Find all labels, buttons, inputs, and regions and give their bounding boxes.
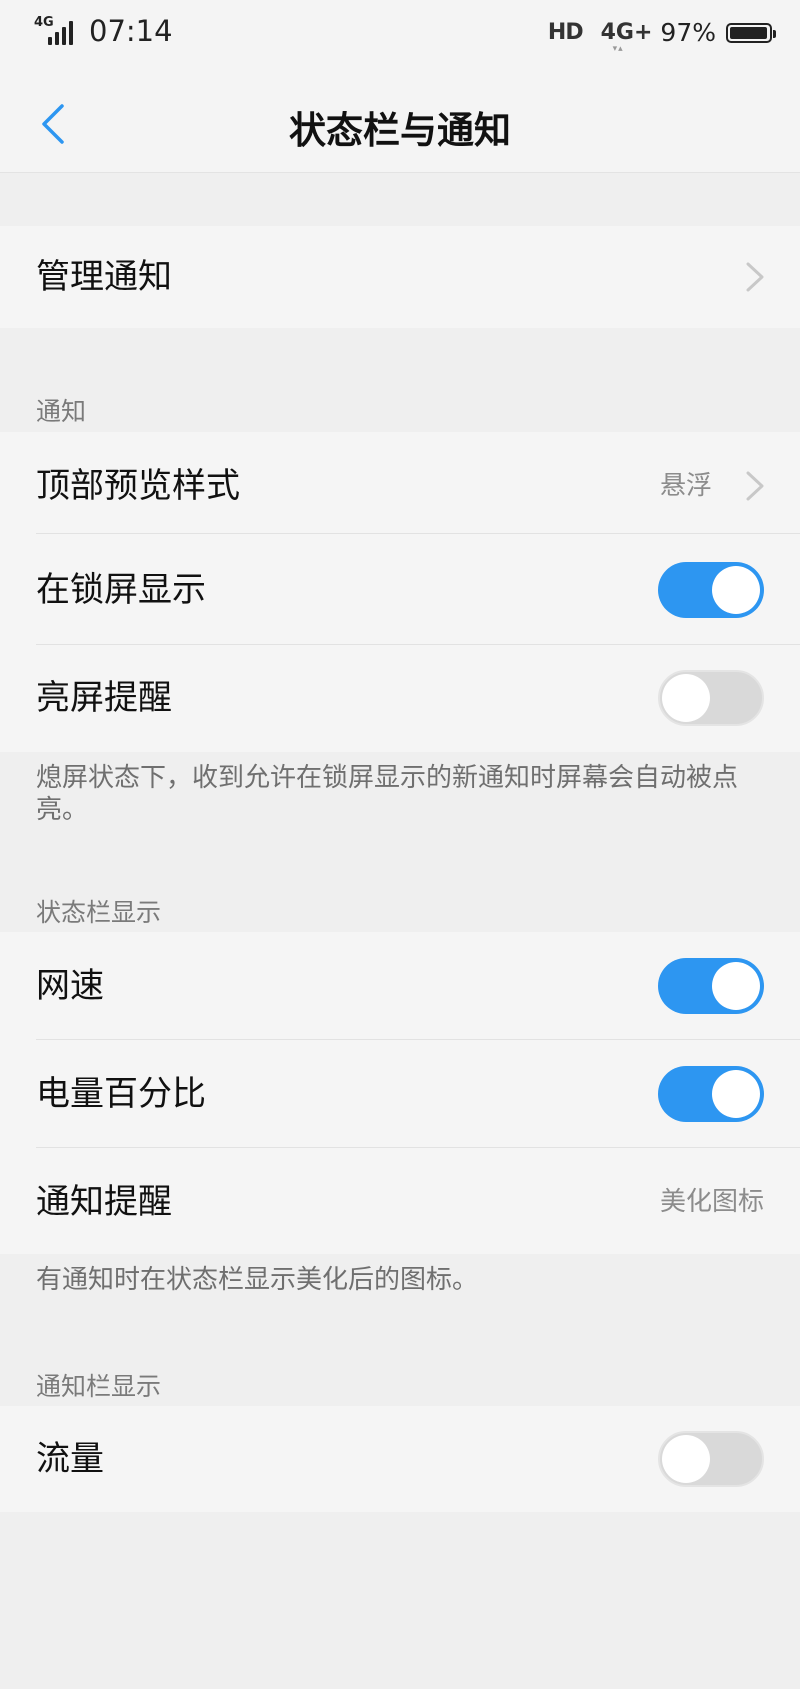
- manage-notifications-row[interactable]: 管理通知: [0, 226, 800, 328]
- network-type-left: 4G: [34, 15, 54, 30]
- page-title: 状态栏与通知: [289, 109, 511, 152]
- manage-notifications-label: 管理通知: [36, 257, 172, 297]
- battery-icon: [726, 22, 776, 43]
- divider: [36, 533, 800, 534]
- traffic-label: 流量: [36, 1439, 104, 1479]
- data-activity-icon: ▾▴: [612, 44, 624, 54]
- notification-reminder-label: 通知提醒: [36, 1182, 172, 1222]
- toggle-knob: [712, 962, 760, 1010]
- battery-fill: [730, 26, 767, 39]
- top-preview-style-value: 悬浮: [659, 471, 712, 501]
- toggle-knob: [712, 566, 760, 614]
- clock: 07:14: [89, 14, 173, 48]
- battery-percent-row: 电量百分比: [0, 1040, 800, 1148]
- notifications-group: 顶部预览样式 悬浮 在锁屏显示 亮屏提醒: [0, 432, 800, 752]
- lockscreen-display-row: 在锁屏显示: [0, 536, 800, 644]
- status-bar: 4G 07:14 HD 4G+ ▾▴ 97%: [0, 0, 800, 72]
- top-preview-style-label: 顶部预览样式: [36, 466, 240, 506]
- battery-percent-label: 电量百分比: [36, 1074, 206, 1114]
- wake-screen-row: 亮屏提醒: [0, 644, 800, 752]
- wake-screen-toggle[interactable]: [658, 670, 764, 726]
- status-bar-display-group: 网速 电量百分比 通知提醒 美化图标: [0, 932, 800, 1254]
- notification-reminder-value: 美化图标: [659, 1187, 764, 1217]
- top-preview-style-row[interactable]: 顶部预览样式 悬浮: [0, 432, 800, 540]
- section-title-status-bar-display: 状态栏显示: [36, 898, 162, 927]
- manage-group: 管理通知: [0, 226, 800, 328]
- hd-icon: HD: [547, 20, 584, 45]
- net-speed-label: 网速: [36, 966, 104, 1006]
- section-title-notification-bar-display: 通知栏显示: [36, 1372, 162, 1401]
- chevron-right-icon: [746, 262, 764, 292]
- toggle-knob: [662, 1435, 710, 1483]
- status-right: HD 4G+ ▾▴ 97%: [547, 18, 776, 54]
- status-bar-display-footnote: 有通知时在状态栏显示美化后的图标。: [36, 1265, 479, 1295]
- status-left: 4G 07:14: [34, 14, 173, 48]
- signal-icon: 4G: [34, 15, 73, 45]
- network-type-right: 4G+ ▾▴: [600, 20, 653, 54]
- notifications-footnote: 熄屏状态下，收到允许在锁屏显示的新通知时屏幕会自动被点亮。: [36, 763, 739, 825]
- notification-bar-display-group: 流量: [0, 1406, 800, 1512]
- battery-percent-toggle[interactable]: [658, 1066, 764, 1122]
- net-speed-row: 网速: [0, 932, 800, 1040]
- toggle-knob: [712, 1070, 760, 1118]
- notification-reminder-row[interactable]: 通知提醒 美化图标: [0, 1148, 800, 1256]
- wake-screen-label: 亮屏提醒: [36, 678, 172, 718]
- app-header: 状态栏与通知: [0, 72, 800, 173]
- section-title-notifications: 通知: [36, 397, 87, 426]
- toggle-knob: [662, 674, 710, 722]
- battery-percent: 97%: [660, 18, 716, 47]
- net-speed-toggle[interactable]: [658, 958, 764, 1014]
- lockscreen-display-label: 在锁屏显示: [36, 570, 206, 610]
- lockscreen-display-toggle[interactable]: [658, 562, 764, 618]
- traffic-row: 流量: [0, 1406, 800, 1512]
- traffic-toggle[interactable]: [658, 1431, 764, 1487]
- chevron-right-icon: [746, 471, 764, 501]
